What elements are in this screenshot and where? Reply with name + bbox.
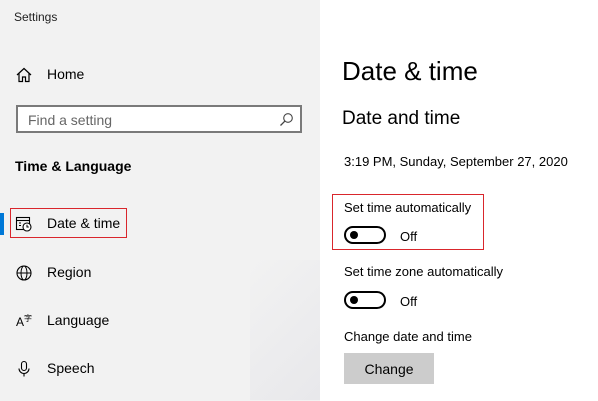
- sidebar: Settings Home Find a setting Time & Lang…: [0, 0, 320, 401]
- set-timezone-auto-toggle[interactable]: [344, 291, 386, 309]
- sidebar-item-label: Speech: [47, 360, 95, 376]
- change-button[interactable]: Change: [344, 353, 434, 384]
- section-subheading: Date and time: [342, 108, 461, 129]
- window-title: Settings: [14, 10, 58, 24]
- current-datetime: 3:19 PM, Sunday, September 27, 2020: [344, 154, 568, 169]
- svg-text:A: A: [16, 315, 24, 329]
- set-timezone-auto-label: Set time zone automatically: [344, 264, 503, 279]
- active-indicator: [0, 213, 4, 235]
- toggle-knob: [350, 296, 358, 304]
- change-date-time-label: Change date and time: [344, 329, 472, 344]
- globe-icon: [16, 265, 32, 281]
- sidebar-item-date-time[interactable]: Date & time: [0, 207, 320, 241]
- search-placeholder: Find a setting: [28, 112, 113, 128]
- search-icon[interactable]: [279, 112, 294, 127]
- set-timezone-auto-state: Off: [400, 294, 418, 309]
- calendar-clock-icon: [15, 216, 32, 232]
- main-content: Date & time Date and time 3:19 PM, Sunda…: [320, 0, 598, 401]
- home-icon: [16, 67, 32, 83]
- sidebar-item-label: Home: [47, 66, 85, 82]
- sidebar-item-label: Region: [47, 264, 92, 280]
- sidebar-item-label: Language: [47, 312, 110, 328]
- svg-text:字: 字: [24, 313, 32, 323]
- set-time-auto-label: Set time automatically: [344, 200, 472, 215]
- search-input[interactable]: Find a setting: [16, 105, 302, 133]
- set-time-auto-toggle[interactable]: [344, 226, 386, 244]
- sidebar-item-speech[interactable]: Speech: [0, 352, 320, 386]
- sidebar-item-home[interactable]: Home: [0, 58, 320, 90]
- page-title: Date & time: [342, 56, 478, 86]
- toggle-knob: [350, 231, 358, 239]
- language-icon: A 字: [16, 313, 32, 329]
- sidebar-item-language[interactable]: A 字 Language: [0, 304, 320, 338]
- section-title: Time & Language: [15, 158, 132, 174]
- microphone-icon: [18, 360, 30, 377]
- sidebar-item-label: Date & time: [47, 215, 121, 231]
- set-time-auto-state: Off: [400, 229, 418, 244]
- sidebar-item-region[interactable]: Region: [0, 256, 320, 290]
